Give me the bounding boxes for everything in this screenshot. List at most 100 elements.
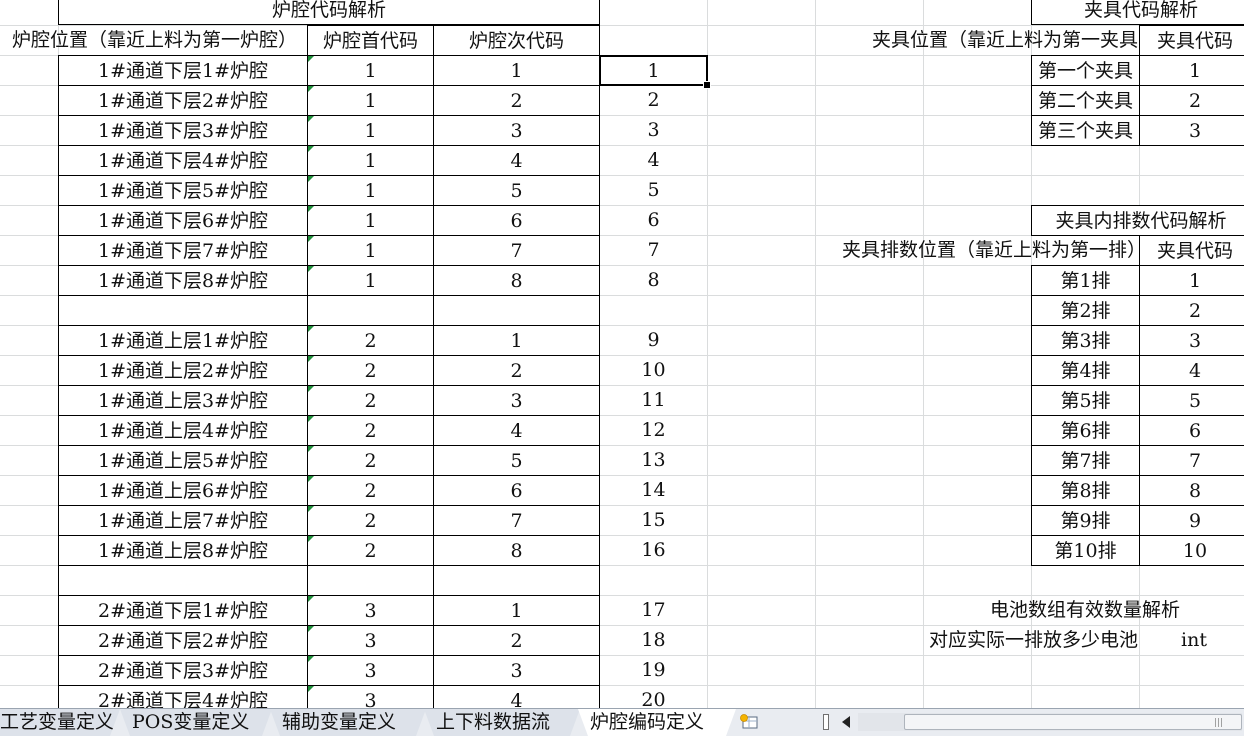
furnace-second-code-cell[interactable]: 5 xyxy=(433,445,600,476)
fixture-name-cell[interactable]: 第一个夹具 xyxy=(1031,55,1140,86)
fixture-row-code-cell[interactable]: 8 xyxy=(1139,475,1244,506)
furnace-sequence-cell[interactable]: 6 xyxy=(599,205,708,236)
fixture-row-name-cell[interactable]: 第1排 xyxy=(1031,265,1140,296)
furnace-second-code-cell[interactable]: 8 xyxy=(433,535,600,566)
furnace-first-code-cell[interactable] xyxy=(307,565,434,596)
fixture-name-cell[interactable]: 第三个夹具 xyxy=(1031,115,1140,146)
furnace-sequence-cell[interactable]: 13 xyxy=(599,445,708,476)
fixture-row-code-cell[interactable]: 10 xyxy=(1139,535,1244,566)
furnace-position-cell[interactable]: 1#通道下层8#炉腔 xyxy=(58,265,308,296)
furnace-first-code-cell[interactable]: 1 xyxy=(307,55,434,86)
furnace-second-code-cell[interactable]: 6 xyxy=(433,475,600,506)
furnace-sequence-cell[interactable]: 4 xyxy=(599,145,708,176)
furnace-first-code-cell[interactable]: 2 xyxy=(307,415,434,446)
furnace-second-code-cell[interactable]: 8 xyxy=(433,265,600,296)
furnace-position-cell[interactable]: 1#通道上层6#炉腔 xyxy=(58,475,308,506)
header-furnace-first-code[interactable]: 炉腔首代码 xyxy=(307,25,434,56)
furnace-first-code-cell[interactable]: 3 xyxy=(307,655,434,686)
furnace-position-cell[interactable]: 2#通道下层1#炉腔 xyxy=(58,595,308,626)
fixture-row-name-cell[interactable]: 第6排 xyxy=(1031,415,1140,446)
fixture-row-code-cell[interactable]: 6 xyxy=(1139,415,1244,446)
furnace-second-code-cell[interactable]: 7 xyxy=(433,505,600,536)
furnace-sequence-cell[interactable]: 14 xyxy=(599,475,708,506)
furnace-position-cell[interactable] xyxy=(58,565,308,596)
fixture-row-code-cell[interactable]: 1 xyxy=(1139,265,1244,296)
furnace-position-cell[interactable]: 2#通道下层4#炉腔 xyxy=(58,685,308,708)
furnace-sequence-cell[interactable]: 3 xyxy=(599,115,708,146)
scroll-left-icon[interactable] xyxy=(838,713,856,731)
furnace-sequence-cell[interactable]: 17 xyxy=(599,595,708,626)
fixture-row-code-cell[interactable]: 9 xyxy=(1139,505,1244,536)
fixture-code-cell[interactable]: 3 xyxy=(1139,115,1244,146)
furnace-second-code-cell[interactable]: 2 xyxy=(433,355,600,386)
furnace-first-code-cell[interactable]: 2 xyxy=(307,355,434,386)
furnace-position-cell[interactable]: 1#通道上层4#炉腔 xyxy=(58,415,308,446)
furnace-sequence-cell[interactable]: 2 xyxy=(599,85,708,116)
furnace-first-code-cell[interactable]: 1 xyxy=(307,205,434,236)
furnace-second-code-cell[interactable]: 1 xyxy=(433,325,600,356)
furnace-second-code-cell[interactable]: 4 xyxy=(433,685,600,708)
furnace-second-code-cell[interactable] xyxy=(433,295,600,326)
furnace-position-cell[interactable] xyxy=(58,295,308,326)
furnace-second-code-cell[interactable]: 3 xyxy=(433,115,600,146)
furnace-first-code-cell[interactable]: 1 xyxy=(307,85,434,116)
furnace-sequence-cell[interactable]: 7 xyxy=(599,235,708,266)
fixture-code-cell[interactable]: 1 xyxy=(1139,55,1244,86)
fixture-code-cell[interactable]: 2 xyxy=(1139,85,1244,116)
furnace-first-code-cell[interactable]: 2 xyxy=(307,535,434,566)
furnace-second-code-cell[interactable] xyxy=(433,565,600,596)
furnace-position-cell[interactable]: 1#通道下层2#炉腔 xyxy=(58,85,308,116)
furnace-sequence-cell[interactable]: 8 xyxy=(599,265,708,296)
furnace-table-title[interactable]: 炉腔代码解析 xyxy=(58,0,600,25)
furnace-sequence-cell[interactable]: 11 xyxy=(599,385,708,416)
fixture-row-code-cell[interactable]: 2 xyxy=(1139,295,1244,326)
furnace-first-code-cell[interactable]: 1 xyxy=(307,175,434,206)
split-box-icon[interactable] xyxy=(823,714,829,730)
fixture-row-code-cell[interactable]: 3 xyxy=(1139,325,1244,356)
furnace-position-cell[interactable]: 1#通道上层2#炉腔 xyxy=(58,355,308,386)
furnace-position-cell[interactable]: 1#通道下层3#炉腔 xyxy=(58,115,308,146)
tab-furnace-coding[interactable]: 炉腔编码定义 xyxy=(578,709,736,736)
furnace-first-code-cell[interactable]: 3 xyxy=(307,595,434,626)
furnace-sequence-cell[interactable]: 10 xyxy=(599,355,708,386)
furnace-position-cell[interactable]: 1#通道上层7#炉腔 xyxy=(58,505,308,536)
furnace-sequence-cell[interactable]: 16 xyxy=(599,535,708,566)
furnace-sequence-cell[interactable]: 15 xyxy=(599,505,708,536)
furnace-sequence-cell[interactable]: 9 xyxy=(599,325,708,356)
furnace-position-cell[interactable]: 2#通道下层2#炉腔 xyxy=(58,625,308,656)
furnace-first-code-cell[interactable]: 3 xyxy=(307,625,434,656)
header-fixture-position[interactable]: 夹具位置（靠近上料为第一夹具） xyxy=(870,25,1140,56)
furnace-position-cell[interactable]: 2#通道下层3#炉腔 xyxy=(58,655,308,686)
furnace-first-code-cell[interactable]: 2 xyxy=(307,445,434,476)
spreadsheet-grid[interactable]: 炉腔代码解析 炉腔位置（靠近上料为第一炉腔） 炉腔首代码 炉腔次代码 1#通道下层1#炉… xyxy=(0,0,1244,708)
tab-loading-dataflow[interactable]: 上下料数据流 xyxy=(424,709,580,736)
fixture-row-name-cell[interactable]: 第5排 xyxy=(1031,385,1140,416)
tab-aux-vars[interactable]: 辅助变量定义 xyxy=(270,709,426,736)
fixture-row-code-cell[interactable]: 4 xyxy=(1139,355,1244,386)
furnace-sequence-cell[interactable]: 19 xyxy=(599,655,708,686)
furnace-sequence-cell[interactable]: 5 xyxy=(599,175,708,206)
furnace-position-cell[interactable]: 1#通道下层7#炉腔 xyxy=(58,235,308,266)
fixture-row-name-cell[interactable]: 第10排 xyxy=(1031,535,1140,566)
furnace-second-code-cell[interactable]: 6 xyxy=(433,205,600,236)
furnace-second-code-cell[interactable]: 2 xyxy=(433,625,600,656)
furnace-second-code-cell[interactable]: 5 xyxy=(433,175,600,206)
header-furnace-second-code[interactable]: 炉腔次代码 xyxy=(433,25,600,56)
furnace-sequence-cell[interactable]: 18 xyxy=(599,625,708,656)
selected-cell[interactable]: 1 xyxy=(599,55,708,86)
furnace-second-code-cell[interactable]: 3 xyxy=(433,385,600,416)
fixture-row-name-cell[interactable]: 第3排 xyxy=(1031,325,1140,356)
furnace-first-code-cell[interactable]: 1 xyxy=(307,265,434,296)
furnace-position-cell[interactable]: 1#通道上层3#炉腔 xyxy=(58,385,308,416)
furnace-second-code-cell[interactable]: 4 xyxy=(433,145,600,176)
furnace-second-code-cell[interactable]: 2 xyxy=(433,85,600,116)
furnace-position-cell[interactable]: 1#通道上层1#炉腔 xyxy=(58,325,308,356)
furnace-second-code-cell[interactable]: 1 xyxy=(433,55,600,86)
furnace-position-cell[interactable]: 1#通道上层5#炉腔 xyxy=(58,445,308,476)
furnace-first-code-cell[interactable]: 3 xyxy=(307,685,434,708)
furnace-sequence-cell[interactable]: 12 xyxy=(599,415,708,446)
tab-process-vars[interactable]: 工艺变量定义 xyxy=(0,709,120,736)
furnace-position-cell[interactable]: 1#通道下层6#炉腔 xyxy=(58,205,308,236)
header-fixture-row-position[interactable]: 夹具排数位置（靠近上料为第一排） xyxy=(840,235,1140,266)
fixture-row-name-cell[interactable]: 第2排 xyxy=(1031,295,1140,326)
